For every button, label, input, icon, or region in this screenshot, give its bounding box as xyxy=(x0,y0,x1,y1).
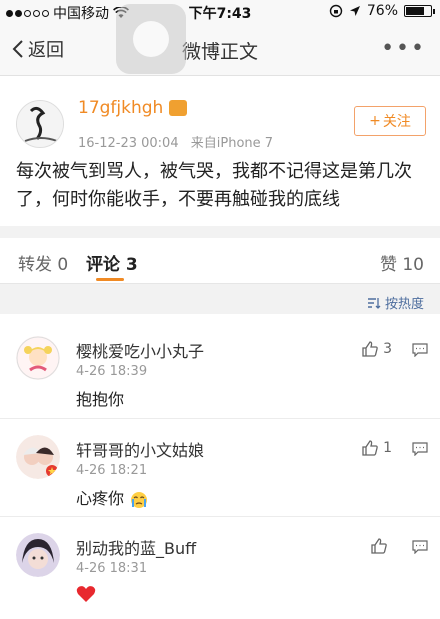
like-count: 1 xyxy=(383,440,392,456)
comment-text-content: 心疼你 xyxy=(76,489,125,508)
post-text: 每次被气到骂人，被气哭，我都不记得这是第几次了，何时你能收手，不要再触碰我的底线 xyxy=(16,161,412,210)
comment-text: 心疼你 xyxy=(76,485,149,509)
more-button[interactable]: ••• xyxy=(381,36,426,61)
reply-button[interactable] xyxy=(412,441,428,460)
plus-icon: + xyxy=(369,113,381,129)
comment-icon xyxy=(412,442,428,457)
comment-author[interactable]: 樱桃爱吃小小丸子 xyxy=(76,338,204,362)
tabs-bar: 转发 0 评论 3 赞 10 xyxy=(0,238,440,284)
assistive-touch-button[interactable] xyxy=(116,4,186,74)
comment-text: 抱抱你 xyxy=(76,390,125,409)
comment-item: 樱桃爱吃小小丸子 4-26 18:39 抱抱你 3 xyxy=(0,320,440,418)
avatar[interactable] xyxy=(16,435,60,479)
like-button[interactable] xyxy=(370,537,392,555)
tab-likes[interactable]: 赞 10 xyxy=(380,250,424,275)
post-source: 来自iPhone 7 xyxy=(190,136,274,151)
comment-item: 别动我的蓝_Buff 4-26 18:31 xyxy=(0,516,440,614)
location-icon xyxy=(349,6,360,16)
active-tab-indicator xyxy=(96,278,124,281)
follow-label: 关注 xyxy=(382,114,411,130)
comment-icon xyxy=(412,540,428,555)
thumbs-up-icon xyxy=(371,538,387,554)
post-author[interactable]: 17gfjkhgh xyxy=(78,98,188,118)
page-title: 微博正文 xyxy=(181,41,258,63)
crying-emoji-icon xyxy=(131,491,148,508)
tab-comments[interactable]: 评论 3 xyxy=(86,250,138,275)
author-name[interactable]: 17gfjkhgh xyxy=(78,98,163,118)
reply-button[interactable] xyxy=(412,539,428,558)
comment-author[interactable]: 别动我的蓝_Buff xyxy=(76,535,196,559)
lock-rotation-icon xyxy=(329,4,343,18)
like-button[interactable]: 3 xyxy=(361,340,392,358)
vip-badge-icon xyxy=(169,100,188,116)
comment-author[interactable]: 轩哥哥的小文姑娘 xyxy=(76,437,204,461)
post-card: 17gfjkhgh 16-12-23 00:04 来自iPhone 7 + 关注… xyxy=(0,84,440,226)
follow-button[interactable]: + 关注 xyxy=(354,106,426,136)
status-bar: 中国移动 下午7:43 76% xyxy=(0,0,440,24)
like-count: 3 xyxy=(383,341,392,357)
battery-percent: 76% xyxy=(366,3,398,19)
status-right: 76% xyxy=(329,3,435,19)
comment-icon xyxy=(412,343,428,358)
thumbs-up-icon xyxy=(362,440,378,456)
sort-icon xyxy=(367,297,381,309)
post-timestamp: 16-12-23 00:04 xyxy=(78,136,179,151)
heart-emoji-icon xyxy=(76,585,96,602)
avatar[interactable] xyxy=(16,100,64,148)
sort-label: 按热度 xyxy=(384,297,424,312)
comment-item: 轩哥哥的小文姑娘 4-26 18:21 心疼你 1 xyxy=(0,418,440,516)
comment-time: 4-26 18:31 xyxy=(76,561,148,576)
like-button[interactable]: 1 xyxy=(361,439,392,457)
thumbs-up-icon xyxy=(362,341,378,357)
avatar[interactable] xyxy=(16,336,60,380)
battery-icon xyxy=(404,5,435,17)
avatar[interactable] xyxy=(16,533,60,577)
comment-time: 4-26 18:21 xyxy=(76,463,148,478)
sort-toggle[interactable]: 按热度 xyxy=(367,293,424,312)
reply-button[interactable] xyxy=(412,342,428,361)
battery-fill xyxy=(406,7,425,15)
comment-text xyxy=(76,583,96,603)
post-meta: 16-12-23 00:04 来自iPhone 7 xyxy=(78,132,273,151)
comment-time: 4-26 18:39 xyxy=(76,364,148,379)
comment-list: 樱桃爱吃小小丸子 4-26 18:39 抱抱你 3 轩哥哥的小文姑娘 4-26 … xyxy=(0,320,440,619)
tab-repost[interactable]: 转发 0 xyxy=(18,250,68,275)
nav-bar: 返回 微博正文 ••• xyxy=(0,24,440,76)
tabs-area: 转发 0 评论 3 赞 10 按热度 xyxy=(0,226,440,314)
